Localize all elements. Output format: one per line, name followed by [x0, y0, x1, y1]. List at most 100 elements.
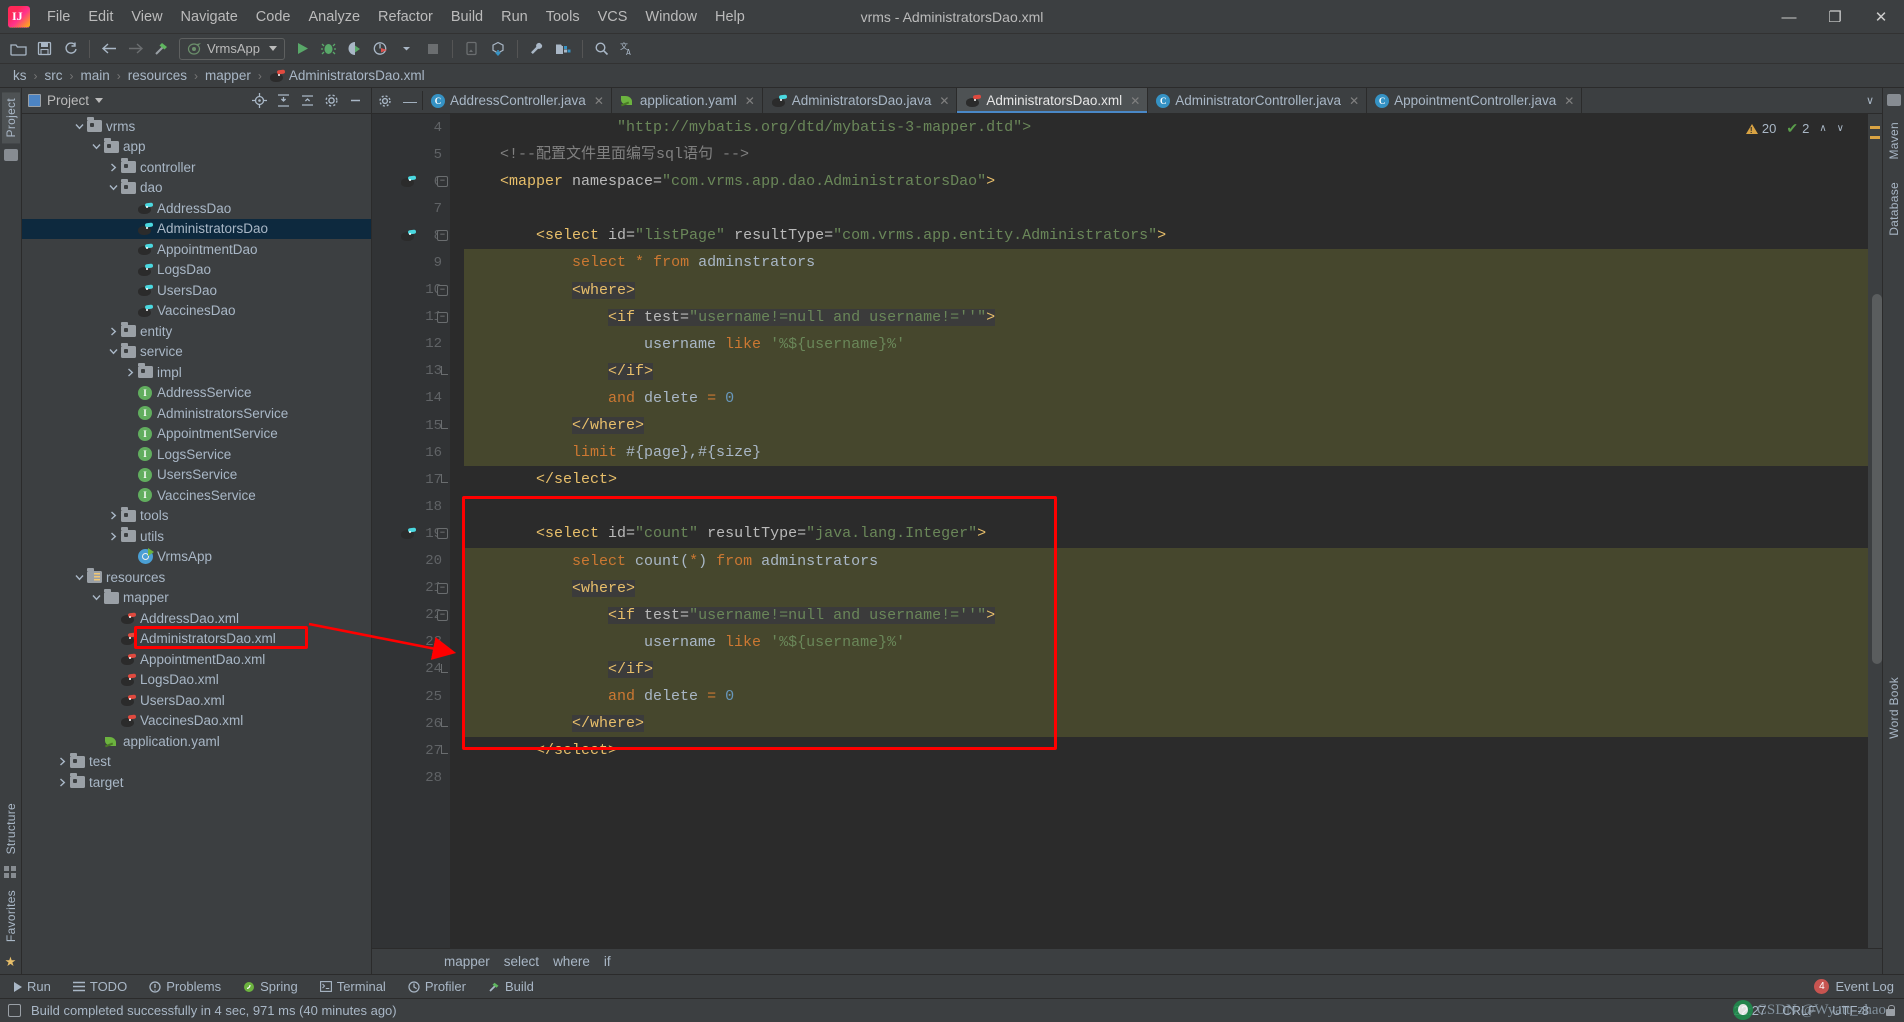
settings-wrench-icon[interactable]: [525, 38, 549, 60]
menu-item-help[interactable]: Help: [706, 5, 754, 29]
rail-tab-wordbook[interactable]: Word Book: [1885, 671, 1903, 745]
breadcrumb-item-2[interactable]: main: [78, 67, 113, 84]
code-line[interactable]: username like '%${username}%': [464, 628, 1868, 656]
breadcrumb-item-1[interactable]: src: [42, 67, 66, 84]
navigate-forward-icon[interactable]: [123, 38, 147, 60]
mybatis-statement-gutter-icon[interactable]: [400, 526, 417, 540]
stripe-marker[interactable]: [1870, 136, 1880, 139]
code-line[interactable]: [464, 493, 1868, 520]
ok-count[interactable]: ✔ 2: [1786, 120, 1809, 137]
code-line[interactable]: </select>: [464, 737, 1868, 764]
sync-refresh-icon[interactable]: [58, 38, 82, 60]
run-icon[interactable]: [291, 38, 315, 60]
gutter-line[interactable]: −21: [372, 575, 450, 602]
gutter-line[interactable]: 15: [372, 412, 450, 439]
menu-item-code[interactable]: Code: [247, 5, 300, 29]
code-fold-toggle[interactable]: −: [437, 528, 448, 540]
gutter-line[interactable]: 16: [372, 439, 450, 466]
code-line[interactable]: and delete = 0: [464, 682, 1868, 711]
tree-node-entity[interactable]: entity: [22, 321, 371, 342]
gutter-line[interactable]: −11: [372, 304, 450, 331]
editor-crumb-select[interactable]: select: [504, 954, 539, 969]
tree-node-logsdao[interactable]: LogsDao: [22, 260, 371, 281]
editor-tab-application-yaml[interactable]: application.yaml ✕: [612, 88, 763, 113]
breadcrumb-item-5[interactable]: AdministratorsDao.xml: [266, 67, 428, 84]
editor-crumb-mapper[interactable]: mapper: [444, 954, 490, 969]
chevron-right-icon[interactable]: [124, 366, 137, 379]
translate-icon[interactable]: 文A: [616, 38, 640, 60]
code-line[interactable]: <where>: [464, 276, 1868, 304]
code-line[interactable]: limit #{page},#{size}: [464, 439, 1868, 467]
code-fold-toggle[interactable]: −: [437, 582, 448, 594]
code-line[interactable]: </if>: [464, 357, 1868, 385]
gutter-line[interactable]: 12: [372, 331, 450, 358]
gutter-line[interactable]: −10: [372, 277, 450, 304]
code-line[interactable]: <if test="username!=null and username!='…: [464, 303, 1868, 331]
minimize-button[interactable]: —: [1766, 0, 1812, 34]
menu-item-edit[interactable]: Edit: [79, 5, 122, 29]
stripe-marker[interactable]: [1870, 126, 1880, 129]
tool-window-problems[interactable]: Problems: [145, 977, 225, 996]
gutter-line[interactable]: −6: [372, 168, 450, 195]
gutter-line[interactable]: 25: [372, 683, 450, 710]
chevron-down-icon[interactable]: [73, 571, 86, 584]
menu-item-run[interactable]: Run: [492, 5, 537, 29]
gutter-line[interactable]: 9: [372, 249, 450, 276]
code-fold-toggle[interactable]: [441, 420, 448, 430]
menu-item-vcs[interactable]: VCS: [589, 5, 637, 29]
tree-node-logsdao-xml[interactable]: LogsDao.xml: [22, 670, 371, 691]
tool-window-terminal[interactable]: Terminal: [316, 977, 390, 996]
tree-node-vaccinesdao-xml[interactable]: VaccinesDao.xml: [22, 711, 371, 732]
gutter-line[interactable]: 14: [372, 385, 450, 412]
menu-item-window[interactable]: Window: [636, 5, 706, 29]
maven-mini-icon[interactable]: [1886, 94, 1901, 106]
code-fold-toggle[interactable]: −: [437, 311, 448, 323]
breadcrumb-item-4[interactable]: mapper: [202, 67, 254, 84]
code-fold-toggle[interactable]: [441, 745, 448, 755]
collapse-all-icon[interactable]: [297, 91, 317, 111]
tree-node-vaccinesservice[interactable]: I VaccinesService: [22, 485, 371, 506]
tree-node-app[interactable]: app: [22, 137, 371, 158]
gutter-line[interactable]: 26: [372, 710, 450, 737]
chevron-down-icon[interactable]: [73, 120, 86, 133]
gutter-line[interactable]: −19: [372, 520, 450, 547]
prev-problem-icon[interactable]: ∧: [1819, 123, 1826, 134]
gutter-line[interactable]: 24: [372, 656, 450, 683]
code-fold-toggle[interactable]: [441, 474, 448, 484]
tree-node-mapper[interactable]: mapper: [22, 588, 371, 609]
warning-count[interactable]: 20: [1745, 121, 1776, 136]
source-code[interactable]: "http://mybatis.org/dtd/mybatis-3-mapper…: [450, 114, 1868, 791]
tree-node-resources[interactable]: resources: [22, 567, 371, 588]
tree-node-vrmsapp[interactable]: VrmsApp: [22, 547, 371, 568]
tree-node-usersservice[interactable]: I UsersService: [22, 465, 371, 486]
tree-node-addressservice[interactable]: I AddressService: [22, 383, 371, 404]
lock-icon[interactable]: [1885, 1004, 1896, 1017]
code-line[interactable]: [464, 195, 1868, 222]
gutter-line[interactable]: 5: [372, 141, 450, 168]
gutter-line[interactable]: 23: [372, 629, 450, 656]
code-line[interactable]: <select id="listPage" resultType="com.vr…: [464, 222, 1868, 249]
rail-tab-maven[interactable]: Maven: [1885, 116, 1903, 166]
close-icon[interactable]: ✕: [1130, 94, 1140, 108]
editor-crumb-if[interactable]: if: [604, 954, 611, 969]
tree-node-tools[interactable]: tools: [22, 506, 371, 527]
code-line[interactable]: <!--配置文件里面编写sql语句 -->: [464, 141, 1868, 168]
device-manager-icon[interactable]: [460, 38, 484, 60]
tree-node-appointmentdao-xml[interactable]: AppointmentDao.xml: [22, 649, 371, 670]
gutter-marker[interactable]: [400, 526, 417, 540]
gutter-marker[interactable]: [400, 228, 417, 242]
gutter-line[interactable]: 28: [372, 764, 450, 791]
tree-node-appointmentservice[interactable]: I AppointmentService: [22, 424, 371, 445]
tool-window-spring[interactable]: Spring: [239, 977, 302, 996]
tree-node-addressdao-xml[interactable]: AddressDao.xml: [22, 608, 371, 629]
run-with-coverage-icon[interactable]: [343, 38, 367, 60]
code-line[interactable]: </where>: [464, 412, 1868, 440]
tree-node-logsservice[interactable]: I LogsService: [22, 444, 371, 465]
tree-node-addressdao[interactable]: AddressDao: [22, 198, 371, 219]
chevron-right-icon[interactable]: [107, 509, 120, 522]
gutter-line[interactable]: 4: [372, 114, 450, 141]
menu-item-build[interactable]: Build: [442, 5, 492, 29]
tool-window-todo[interactable]: TODO: [69, 977, 131, 996]
profile-icon[interactable]: [369, 38, 393, 60]
tree-node-controller[interactable]: controller: [22, 157, 371, 178]
